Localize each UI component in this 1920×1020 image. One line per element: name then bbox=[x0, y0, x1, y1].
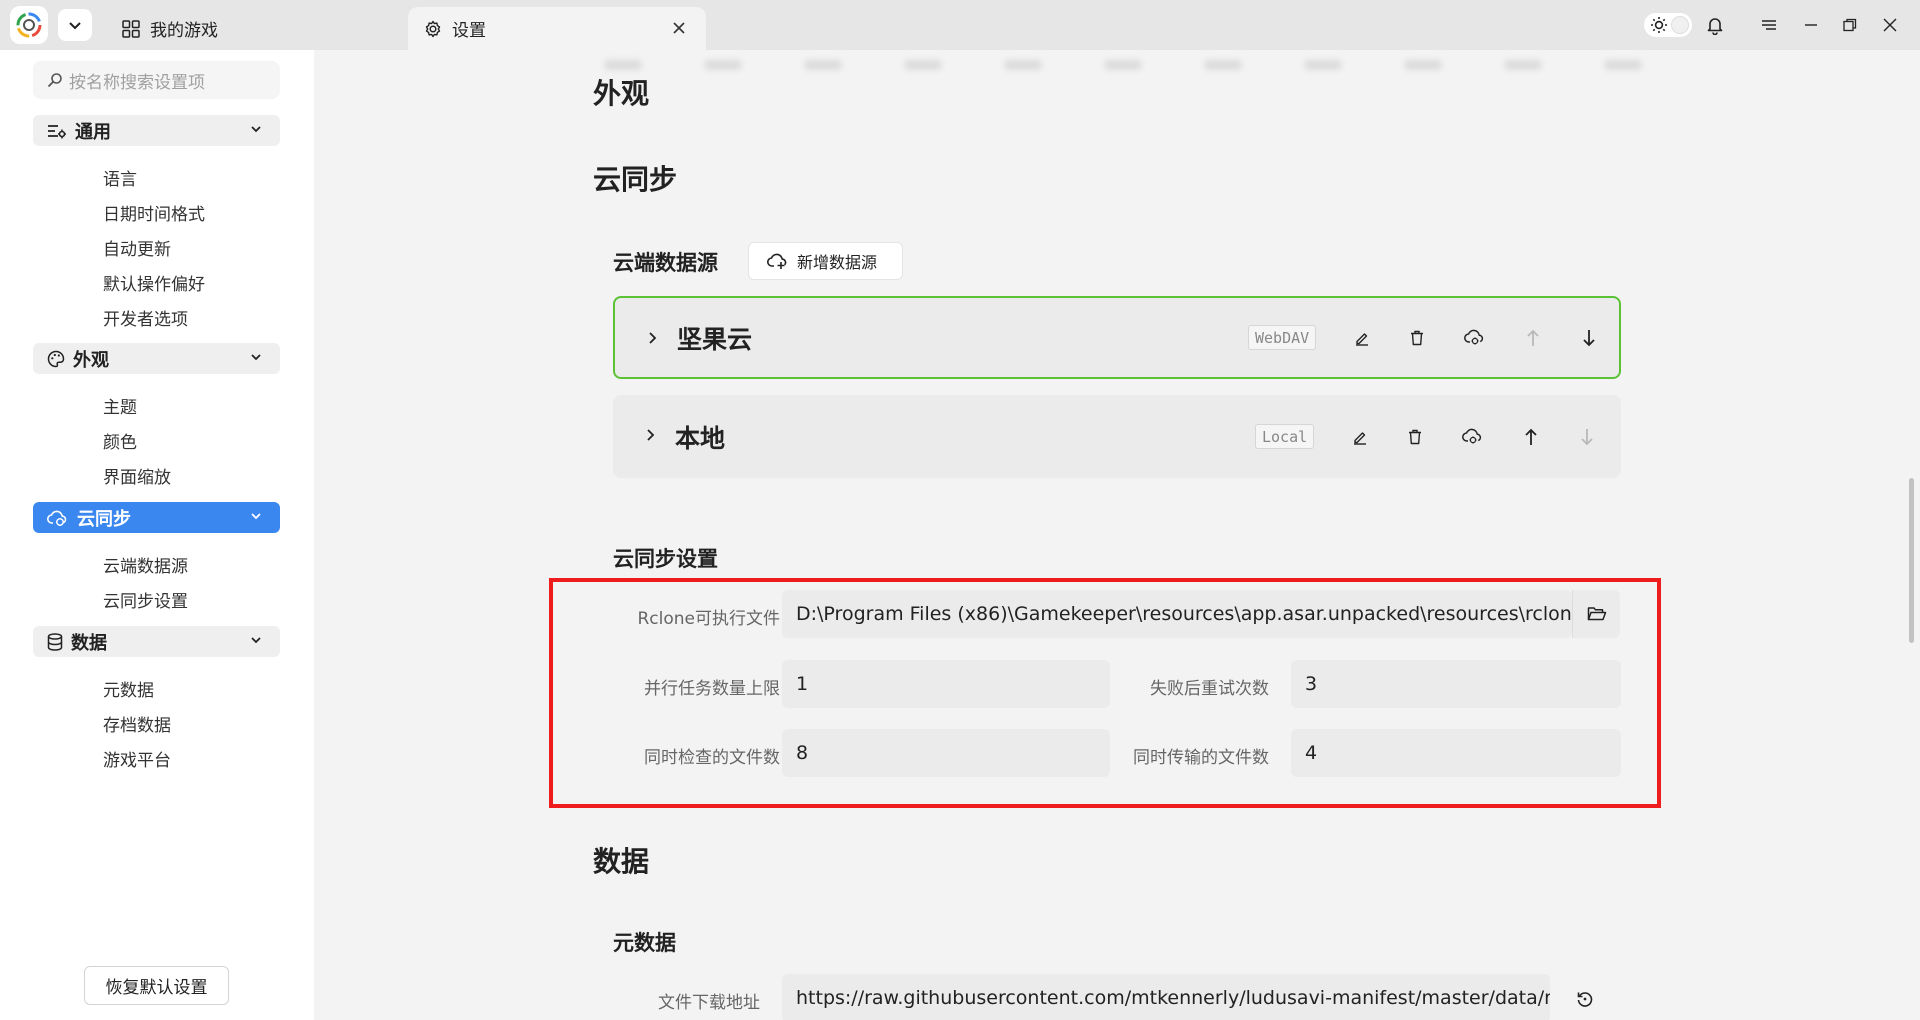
tab-label: 设置 bbox=[452, 21, 486, 41]
reset-icon bbox=[1577, 992, 1593, 1007]
source-name: 本地 bbox=[675, 423, 726, 453]
sidebar-item-datetime-format[interactable]: 日期时间格式 bbox=[103, 200, 205, 225]
title-bar: 我的游戏 设置 bbox=[0, 0, 1920, 50]
download-url-input[interactable]: https://raw.githubusercontent.com/mtkenn… bbox=[782, 974, 1550, 1020]
sidebar: 按名称搜索设置项 通用 语言 日期时间格式 自动更新 默认操作偏好 开发者选项 … bbox=[0, 50, 314, 1020]
sidebar-item-language[interactable]: 语言 bbox=[103, 165, 137, 190]
sidebar-group-label: 通用 bbox=[75, 121, 111, 143]
minimize-icon bbox=[1805, 24, 1817, 26]
chevron-down-icon bbox=[250, 123, 262, 135]
cloud-sync-icon bbox=[47, 509, 69, 527]
tab-settings[interactable]: 设置 bbox=[408, 7, 706, 50]
cloud-sync-icon[interactable] bbox=[1461, 425, 1485, 449]
sidebar-group-label: 云同步 bbox=[77, 508, 131, 530]
sidebar-item-cloud-sync-settings[interactable]: 云同步设置 bbox=[103, 587, 188, 612]
chevron-down-icon bbox=[250, 351, 262, 363]
reset-url-button[interactable] bbox=[1573, 987, 1597, 1011]
menu-button[interactable] bbox=[1757, 13, 1781, 37]
source-card-local[interactable]: 本地 Local bbox=[613, 395, 1621, 478]
settings-search-input[interactable]: 按名称搜索设置项 bbox=[33, 61, 280, 99]
chevron-down-icon bbox=[250, 634, 262, 646]
sun-icon bbox=[1650, 16, 1668, 38]
source-name: 坚果云 bbox=[677, 324, 753, 354]
scrollbar[interactable] bbox=[1909, 478, 1914, 643]
gear-icon bbox=[424, 20, 442, 38]
database-icon bbox=[47, 632, 63, 651]
sidebar-item-cloud-sources[interactable]: 云端数据源 bbox=[103, 552, 188, 577]
move-up-icon[interactable] bbox=[1519, 425, 1543, 449]
sidebar-item-theme[interactable]: 主题 bbox=[103, 393, 137, 418]
chevron-down-icon bbox=[69, 22, 81, 30]
edit-icon[interactable] bbox=[1348, 425, 1372, 449]
source-type-badge: Local bbox=[1255, 424, 1315, 449]
tab-label: 我的游戏 bbox=[150, 21, 218, 41]
sidebar-item-developer-options[interactable]: 开发者选项 bbox=[103, 305, 188, 330]
restore-icon bbox=[1843, 18, 1857, 32]
menu-icon bbox=[1762, 20, 1776, 30]
sidebar-group-general[interactable]: 通用 bbox=[33, 115, 280, 146]
tab-my-games[interactable]: 我的游戏 bbox=[122, 7, 218, 50]
add-source-label: 新增数据源 bbox=[797, 253, 878, 272]
search-icon bbox=[47, 72, 63, 88]
add-source-button[interactable]: 新增数据源 bbox=[748, 242, 903, 280]
delete-icon[interactable] bbox=[1405, 326, 1429, 350]
edit-icon[interactable] bbox=[1350, 326, 1374, 350]
section-title-data: 数据 bbox=[593, 845, 650, 878]
settings-content: 外观 云同步 云端数据源 新增数据源 坚果云 WebDAV 本地 Local 云… bbox=[314, 50, 1920, 1020]
source-type-badge: WebDAV bbox=[1248, 325, 1317, 350]
sidebar-item-color[interactable]: 颜色 bbox=[103, 428, 137, 453]
move-up-icon bbox=[1521, 326, 1545, 350]
theme-toggle[interactable] bbox=[1644, 13, 1692, 37]
minimize-button[interactable] bbox=[1799, 13, 1823, 37]
section-title-appearance: 外观 bbox=[593, 77, 650, 110]
sliders-icon bbox=[47, 123, 67, 139]
move-down-icon[interactable] bbox=[1577, 326, 1601, 350]
sidebar-group-appearance[interactable]: 外观 bbox=[33, 343, 280, 374]
sidebar-item-metadata[interactable]: 元数据 bbox=[103, 676, 154, 701]
sidebar-item-ui-scale[interactable]: 界面缩放 bbox=[103, 463, 171, 488]
app-logo[interactable] bbox=[10, 6, 48, 44]
app-menu-button[interactable] bbox=[58, 9, 92, 41]
grid-icon bbox=[122, 19, 140, 38]
reset-defaults-button[interactable]: 恢复默认设置 bbox=[84, 966, 229, 1005]
close-window-button[interactable] bbox=[1878, 13, 1902, 37]
highlight-box bbox=[549, 578, 1661, 808]
toggle-knob bbox=[1671, 16, 1689, 34]
sidebar-item-game-platforms[interactable]: 游戏平台 bbox=[103, 746, 171, 771]
source-card-jianguoyun[interactable]: 坚果云 WebDAV bbox=[613, 296, 1621, 379]
search-placeholder: 按名称搜索设置项 bbox=[69, 72, 205, 93]
delete-icon[interactable] bbox=[1403, 425, 1427, 449]
close-tab-icon[interactable] bbox=[670, 19, 688, 37]
subsection-title-sync-settings: 云同步设置 bbox=[613, 547, 718, 571]
sidebar-group-cloud-sync[interactable]: 云同步 bbox=[33, 502, 280, 533]
sidebar-item-default-actions[interactable]: 默认操作偏好 bbox=[103, 270, 205, 295]
move-down-icon bbox=[1575, 425, 1599, 449]
chevron-down-icon bbox=[250, 510, 262, 522]
bell-icon bbox=[1707, 17, 1723, 35]
close-icon bbox=[1883, 18, 1897, 32]
sidebar-group-data[interactable]: 数据 bbox=[33, 626, 280, 657]
palette-icon bbox=[47, 350, 65, 368]
cloud-add-icon bbox=[767, 252, 789, 270]
subsection-title-metadata: 元数据 bbox=[613, 931, 676, 955]
chevron-right-icon[interactable] bbox=[645, 428, 657, 442]
restore-button[interactable] bbox=[1838, 13, 1862, 37]
cloud-sync-icon[interactable] bbox=[1463, 326, 1487, 350]
sidebar-group-label: 数据 bbox=[71, 632, 107, 654]
blurred-options-row bbox=[604, 60, 1642, 70]
notification-button[interactable] bbox=[1703, 13, 1727, 37]
download-url-label: 文件下载地址 bbox=[658, 993, 760, 1013]
subsection-title-cloud-sources: 云端数据源 bbox=[613, 251, 718, 275]
sidebar-item-save-data[interactable]: 存档数据 bbox=[103, 711, 171, 736]
section-title-cloud-sync: 云同步 bbox=[593, 163, 678, 196]
sidebar-group-label: 外观 bbox=[73, 349, 109, 371]
app-logo-icon bbox=[16, 12, 42, 38]
sidebar-item-auto-update[interactable]: 自动更新 bbox=[103, 235, 171, 260]
chevron-right-icon[interactable] bbox=[647, 331, 659, 345]
